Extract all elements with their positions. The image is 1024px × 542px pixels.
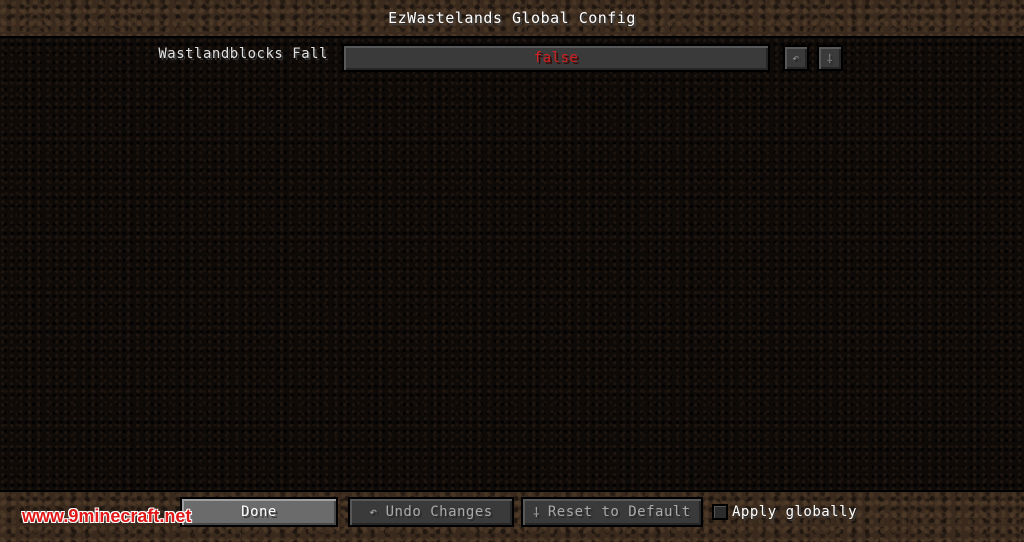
page-title: EzWastelands Global Config <box>388 9 636 27</box>
apply-globally-checkbox[interactable] <box>712 504 728 520</box>
reset-default-icon: ⸸ <box>533 506 540 521</box>
config-entry-label: Wastlandblocks Fall <box>158 46 328 62</box>
reset-to-default-button[interactable]: ⸸ Reset to Default <box>521 497 703 527</box>
done-button[interactable]: Done <box>180 497 338 527</box>
config-screen: EzWastelands Global Config Wastlandblock… <box>0 0 1024 542</box>
undo-arrow-icon: ↶ <box>369 504 378 520</box>
undo-changes-button[interactable]: ↶ Undo Changes <box>348 497 514 527</box>
reset-to-default-label: Reset to Default <box>547 504 691 520</box>
reset-default-icon: ⸸ <box>826 51 834 66</box>
undo-arrow-icon: ↶ <box>792 51 800 65</box>
config-value-toggle-button[interactable]: false <box>342 44 770 72</box>
entry-undo-button[interactable]: ↶ <box>783 45 809 71</box>
site-watermark: www.9minecraft.net <box>22 506 192 526</box>
config-value-text: false <box>533 50 579 66</box>
config-list <box>0 38 1024 490</box>
undo-changes-label: Undo Changes <box>385 504 493 520</box>
apply-globally-label: Apply globally <box>732 504 858 520</box>
entry-reset-button[interactable]: ⸸ <box>817 45 843 71</box>
